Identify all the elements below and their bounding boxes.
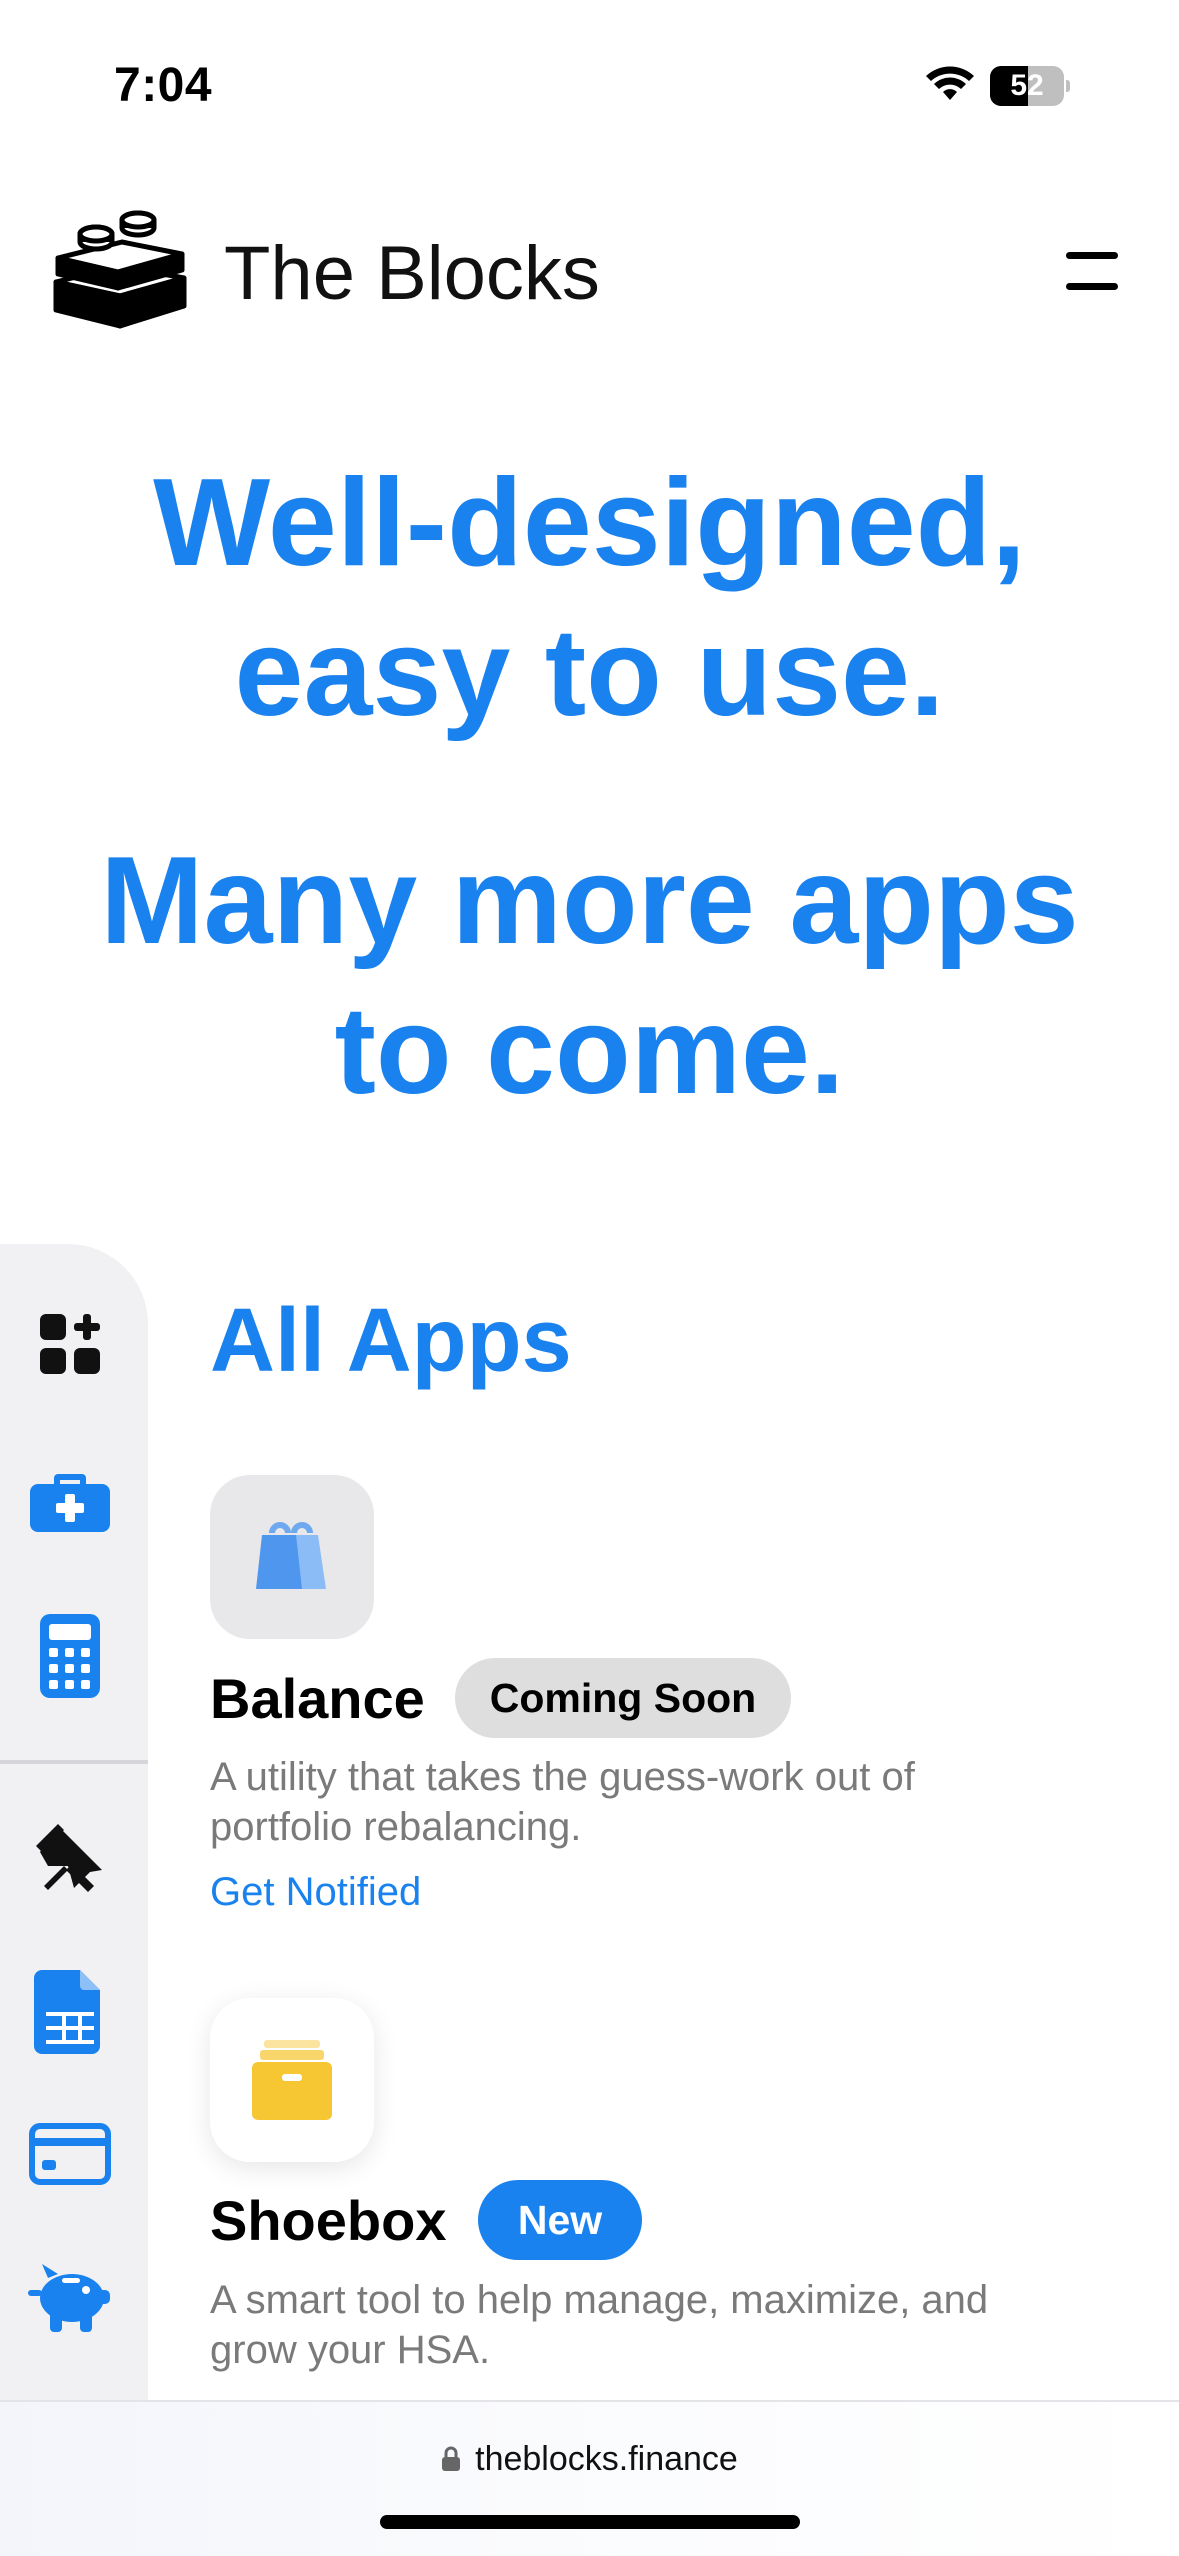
coming-soon-badge: Coming Soon bbox=[455, 1658, 791, 1738]
hero-headline-2: Many more apps to come. bbox=[0, 826, 1179, 1126]
hero-line-1: Well-designed, bbox=[153, 454, 1026, 592]
hero-line-2: easy to use. bbox=[234, 604, 945, 742]
url-text[interactable]: theblocks.finance bbox=[475, 2440, 738, 2478]
piggy-bank-icon[interactable] bbox=[28, 2252, 112, 2336]
section-title: All Apps bbox=[210, 1291, 572, 1391]
lock-icon bbox=[442, 2446, 461, 2471]
shoebox-app-name[interactable]: Shoebox bbox=[210, 2188, 446, 2253]
shoebox-desc-line-1: A smart tool to help manage, maximize, a… bbox=[210, 2278, 989, 2322]
wifi-icon bbox=[926, 66, 974, 100]
shoebox-desc-line-2: grow your HSA. bbox=[210, 2328, 491, 2372]
apps-add-icon[interactable] bbox=[28, 1302, 112, 1386]
file-box-icon bbox=[252, 2040, 332, 2120]
calculator-icon[interactable] bbox=[28, 1614, 112, 1698]
balance-desc-line-1: A utility that takes the guess-work out … bbox=[210, 1755, 915, 1799]
spreadsheet-icon[interactable] bbox=[28, 1970, 112, 2054]
browser-url-bar[interactable]: theblocks.finance bbox=[0, 2400, 1179, 2556]
hero-line-3: Many more apps bbox=[100, 832, 1079, 970]
hero-headline-1: Well-designed, easy to use. bbox=[0, 448, 1179, 748]
menu-icon[interactable] bbox=[1060, 248, 1124, 294]
page: 7:04 52 The Blocks Well-designed, easy t… bbox=[0, 0, 1179, 2556]
shoebox-app-tile[interactable] bbox=[210, 1998, 374, 2162]
status-time: 7:04 bbox=[114, 59, 213, 112]
shoebox-app-description: A smart tool to help manage, maximize, a… bbox=[210, 2275, 1110, 2375]
balance-desc-line-2: portfolio rebalancing. bbox=[210, 1805, 582, 1849]
stacked-blocks-icon[interactable] bbox=[52, 210, 188, 330]
battery-indicator: 52 bbox=[990, 66, 1070, 106]
home-indicator bbox=[380, 2515, 800, 2529]
balance-app-description: A utility that takes the guess-work out … bbox=[210, 1752, 1110, 1852]
pin-icon[interactable] bbox=[28, 1816, 112, 1900]
balance-app-tile[interactable] bbox=[210, 1475, 374, 1639]
hero-line-4: to come. bbox=[334, 982, 845, 1120]
battery-level: 52 bbox=[1010, 69, 1044, 102]
get-notified-link[interactable]: Get Notified bbox=[210, 1870, 421, 1915]
sidebar-divider bbox=[0, 1760, 148, 1764]
credit-card-icon[interactable] bbox=[28, 2112, 112, 2196]
brand-name[interactable]: The Blocks bbox=[224, 230, 600, 317]
new-badge: New bbox=[478, 2180, 642, 2260]
medical-kit-icon[interactable] bbox=[28, 1458, 112, 1542]
balance-app-name[interactable]: Balance bbox=[210, 1666, 425, 1731]
shopping-bags-icon bbox=[256, 1522, 326, 1589]
